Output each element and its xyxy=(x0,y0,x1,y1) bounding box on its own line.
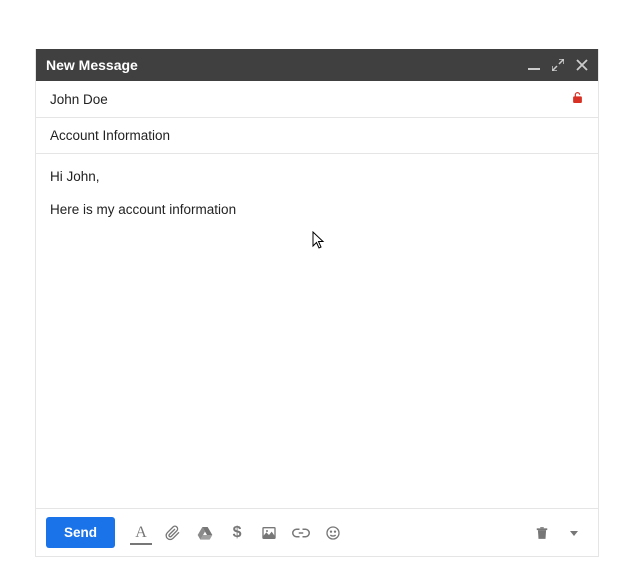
subject-value: Account Information xyxy=(50,128,584,143)
header-controls xyxy=(528,59,588,71)
money-icon[interactable]: $ xyxy=(223,519,251,547)
send-button[interactable]: Send xyxy=(46,517,115,548)
formatting-icon[interactable]: A xyxy=(127,519,155,547)
minimize-icon[interactable] xyxy=(528,59,540,71)
to-value: John Doe xyxy=(50,92,571,107)
to-field[interactable]: John Doe xyxy=(36,81,598,118)
drive-icon[interactable] xyxy=(191,519,219,547)
expand-icon[interactable] xyxy=(552,59,564,71)
header-title: New Message xyxy=(46,57,528,73)
compose-header: New Message xyxy=(36,49,598,81)
attachment-icon[interactable] xyxy=(159,519,187,547)
close-icon[interactable] xyxy=(576,59,588,71)
cursor-icon xyxy=(312,231,328,257)
body-line: Here is my account information xyxy=(50,201,584,220)
trash-icon[interactable] xyxy=(528,519,556,547)
subject-field[interactable]: Account Information xyxy=(36,118,598,154)
more-options-icon[interactable] xyxy=(560,519,588,547)
emoji-icon[interactable] xyxy=(319,519,347,547)
compose-toolbar: Send A $ xyxy=(36,508,598,556)
lock-icon[interactable] xyxy=(571,91,584,107)
image-icon[interactable] xyxy=(255,519,283,547)
link-icon[interactable] xyxy=(287,519,315,547)
compose-window: New Message John Doe Accou xyxy=(35,49,599,557)
message-body[interactable]: Hi John, Here is my account information xyxy=(36,154,598,508)
body-line: Hi John, xyxy=(50,168,584,187)
